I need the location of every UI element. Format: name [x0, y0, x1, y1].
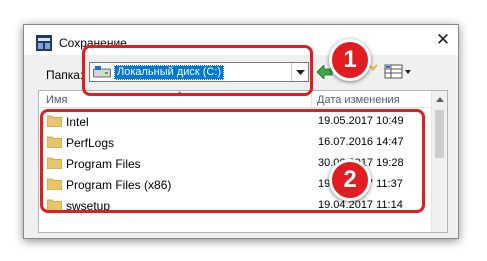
file-name: Program Files (x86) [66, 178, 172, 192]
location-value: Локальный диск (C:) [114, 65, 225, 80]
save-dialog: Сохранение ✕ Папка: Локальный диск (C:) [23, 24, 459, 239]
scroll-thumb[interactable] [435, 110, 444, 158]
step-badge-1: 1 [329, 39, 371, 81]
vertical-scrollbar[interactable] [431, 91, 447, 232]
folder-icon [47, 157, 62, 169]
title-bar: Сохранение ✕ [24, 25, 458, 55]
toolbar: Папка: Локальный диск (C:) [24, 55, 458, 89]
file-list[interactable]: Имя Дата изменения Intel 19.05.2017 10:4… [38, 90, 448, 233]
column-header-name[interactable]: Имя [46, 94, 67, 106]
list-item[interactable]: PerfLogs 16.07.2016 14:47 [39, 132, 432, 153]
file-date: 19.04.2017 11:14 [318, 199, 403, 211]
step-badge-2: 2 [329, 159, 371, 201]
list-item[interactable]: Intel 19.05.2017 10:49 [39, 111, 432, 132]
list-header: Имя Дата изменения [39, 91, 432, 108]
dropdown-arrow-icon[interactable] [291, 63, 308, 81]
sort-arrow-icon [175, 91, 184, 97]
file-name: swsetup [66, 199, 111, 213]
folder-icon [47, 178, 62, 190]
folder-icon [47, 199, 62, 211]
location-dropdown[interactable]: Локальный диск (C:) [89, 62, 309, 82]
file-date: 16.07.2016 14:47 [318, 136, 404, 148]
close-icon: ✕ [435, 30, 451, 50]
file-name: PerfLogs [66, 136, 115, 150]
scroll-up-icon[interactable] [432, 91, 448, 107]
folder-icon [47, 115, 62, 127]
app-icon [36, 35, 52, 51]
list-item[interactable]: Program Files 30.06.2017 19:28 [39, 153, 432, 174]
list-item[interactable]: swsetup 19.04.2017 11:14 [39, 195, 432, 216]
file-name: Program Files [66, 157, 141, 171]
list-item[interactable]: Program Files (x86) 19.06.2017 11:37 [39, 174, 432, 195]
view-menu-icon[interactable] [384, 63, 412, 80]
folder-label: Папка: [46, 68, 84, 82]
window-title: Сохранение [59, 36, 127, 50]
column-divider[interactable] [311, 91, 312, 108]
column-header-date[interactable]: Дата изменения [317, 94, 400, 106]
close-button[interactable]: ✕ [428, 25, 458, 55]
file-date: 19.05.2017 10:49 [318, 115, 404, 127]
drive-icon [93, 66, 111, 78]
folder-icon [47, 136, 62, 148]
file-rows: Intel 19.05.2017 10:49 PerfLogs 16.07.20… [39, 111, 432, 216]
file-name: Intel [66, 115, 89, 129]
